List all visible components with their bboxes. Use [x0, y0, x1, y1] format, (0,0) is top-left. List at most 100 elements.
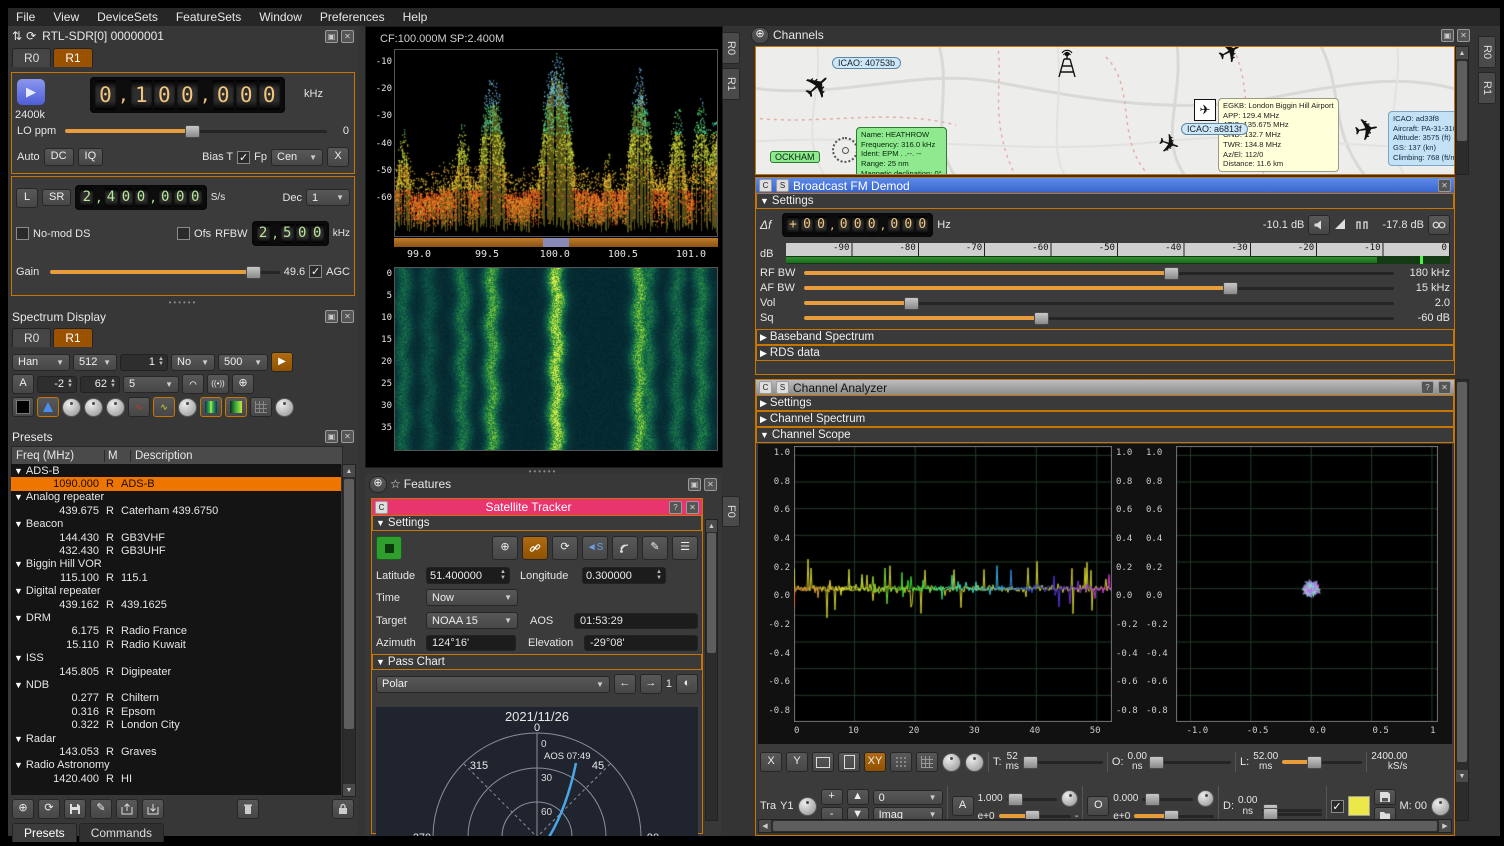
squelch-slider[interactable] [804, 312, 1394, 324]
channel-marker[interactable] [543, 238, 569, 247]
scroll-up-icon[interactable]: ▲ [343, 465, 355, 477]
add-channel-button[interactable]: ⊕ [751, 27, 769, 44]
frequency-tracker-icon[interactable]: ⊕ [232, 374, 254, 394]
preset-group[interactable]: ▼Radar [11, 732, 341, 745]
fcpos-dropdown[interactable]: Cen▼ [271, 149, 323, 166]
amp-auto-button[interactable]: A [952, 796, 974, 816]
channel-badge-c[interactable]: C [759, 381, 772, 394]
preset-item[interactable]: 15.110RRadio Kuwait [11, 638, 341, 651]
channel-analyzer-titlebar[interactable]: C S Channel Analyzer ? ✕ [756, 380, 1454, 395]
analyzer-hscrollbar[interactable]: ◀ ▶ [758, 819, 1452, 833]
aircraft-label[interactable]: ICAO: 40753b [832, 57, 901, 69]
tab-commands[interactable]: Commands [79, 823, 164, 842]
histogram-icon[interactable] [37, 397, 59, 417]
audio-mute-icon[interactable] [1308, 215, 1330, 235]
vtab-r1[interactable]: R1 [722, 68, 740, 100]
restore-icon[interactable]: ▣ [325, 310, 338, 323]
device-x-button[interactable]: X [327, 147, 349, 167]
start-stop-tracker-button[interactable] [376, 536, 402, 560]
polar-grid-icon[interactable] [890, 752, 912, 772]
tab-presets[interactable]: Presets [12, 823, 77, 842]
help-icon[interactable]: ? [1421, 381, 1434, 394]
agc-checkbox[interactable]: ✓ [309, 265, 322, 278]
channel-badge[interactable]: C [375, 501, 388, 514]
close-icon[interactable]: ✕ [686, 501, 699, 514]
link-icon[interactable] [522, 536, 548, 560]
menu-help[interactable]: Help [403, 10, 428, 24]
save-preset-button[interactable] [64, 799, 86, 819]
preset-group[interactable]: ▼ADS-B [11, 464, 341, 477]
grid-intensity-dropdown[interactable]: 5▼ [123, 376, 179, 393]
preset-item[interactable]: 1420.400RHI [11, 772, 341, 785]
amp-slider[interactable] [1007, 793, 1058, 805]
xy-display-button[interactable]: XY [864, 752, 886, 772]
start-stop-button[interactable]: ▶ [17, 79, 45, 105]
autoscale-button[interactable]: A [12, 374, 34, 394]
ockham-label[interactable]: OCKHAM [770, 151, 820, 163]
trace-index-dropdown[interactable]: 0▼ [873, 790, 943, 805]
menu-view[interactable]: View [53, 10, 79, 24]
channel-scope-header[interactable]: ▼Channel Scope [756, 427, 1454, 443]
add-trace-button[interactable]: + [821, 789, 843, 805]
tab-r0[interactable]: R0 [12, 328, 51, 347]
auto-target-icon[interactable]: ◄S [582, 536, 608, 560]
edit-preset-button[interactable]: ✎ [90, 799, 112, 819]
close-icon[interactable]: ✕ [1457, 29, 1470, 42]
presets-scrollbar[interactable]: ▲ ▼ [342, 464, 356, 797]
presets-feature-icon[interactable]: ☆ [390, 477, 401, 491]
decay-knob[interactable] [62, 398, 81, 417]
restore-icon[interactable]: ▣ [1441, 29, 1454, 42]
fm-demod-titlebar[interactable]: C S Broadcast FM Demod ✕ [756, 178, 1454, 193]
preset-group[interactable]: ▼NDB [11, 678, 341, 691]
find-target-icon[interactable]: ⊕ [492, 536, 518, 560]
next-pass-button[interactable]: → [640, 674, 662, 694]
satellite-dish-icon[interactable] [612, 536, 638, 560]
window-fn-dropdown[interactable]: Han▼ [12, 354, 70, 371]
preset-item[interactable]: 144.430RGB3VHF [11, 531, 341, 544]
vtab-r0[interactable]: R0 [1478, 36, 1496, 68]
gradient-knob[interactable] [106, 398, 125, 417]
y-only-button[interactable]: Y [786, 752, 808, 772]
iq-button[interactable]: IQ [78, 148, 104, 165]
preset-item[interactable]: 0.277RChiltern [11, 692, 341, 705]
preset-group[interactable]: ▼Radio Astronomy [11, 759, 341, 772]
channels-scrollbar[interactable]: ▲ [1455, 46, 1469, 175]
scroll-down-icon[interactable]: ▼ [343, 784, 355, 796]
reload-device-icon[interactable]: ⟳ [26, 29, 36, 43]
waterfall-palette-icon[interactable] [225, 397, 247, 417]
prev-pass-button[interactable]: ← [614, 674, 636, 694]
preset-item[interactable]: 0.316REpsom [11, 705, 341, 718]
background-color-swatch[interactable] [12, 397, 34, 417]
preset-group[interactable]: ▼Biggin Hill VOR [11, 558, 341, 571]
preset-item-selected[interactable]: 1090.000RADS-B [11, 477, 341, 490]
trace-intensity-knob[interactable] [178, 398, 197, 417]
splitter-handle[interactable]: •••••• [8, 298, 358, 307]
trace-visible-checkbox[interactable]: ✓ [1331, 800, 1344, 813]
trace-color-swatch[interactable] [1348, 796, 1370, 816]
spectrum-canvas[interactable] [394, 49, 718, 237]
menu-devicesets[interactable]: DeviceSets [97, 10, 158, 24]
tab-r0[interactable]: R0 [12, 48, 51, 67]
analyzer-settings-header[interactable]: ▶Settings [756, 395, 1454, 411]
frequency-scale-band[interactable] [394, 238, 718, 247]
time-dropdown[interactable]: Now▼ [426, 589, 518, 606]
samplerate-dial[interactable]: 2,400,000 [75, 185, 206, 210]
aircraft-label[interactable]: ICAO: a6813f [1181, 123, 1248, 135]
preset-item[interactable]: 432.430RGB3UHF [11, 544, 341, 557]
preset-item[interactable]: 143.053RGraves [11, 745, 341, 758]
ndb-info-box[interactable]: Name: HEATHROWFrequency: 316.0 kHz Ident… [856, 127, 947, 175]
rf-bw-slider[interactable] [804, 267, 1394, 279]
preset-item[interactable]: 115.100R115.1 [11, 571, 341, 584]
waterfall-canvas[interactable] [394, 267, 718, 451]
tracker-settings-header[interactable]: ▼Settings [372, 515, 702, 531]
offset-slider[interactable] [1142, 793, 1193, 805]
close-icon[interactable]: ✕ [341, 310, 354, 323]
preset-item[interactable]: 6.175RRadio France [11, 625, 341, 638]
close-icon[interactable]: ✕ [341, 30, 354, 43]
range-spinner[interactable]: 62▲▼ [80, 376, 120, 393]
channel-badge-s[interactable]: S [776, 381, 789, 394]
loop-icon[interactable] [1428, 215, 1450, 235]
scroll-left-icon[interactable]: ◀ [759, 820, 771, 832]
add-feature-button[interactable]: ⊕ [369, 476, 387, 493]
target-dropdown[interactable]: NOAA 15▼ [426, 612, 518, 629]
